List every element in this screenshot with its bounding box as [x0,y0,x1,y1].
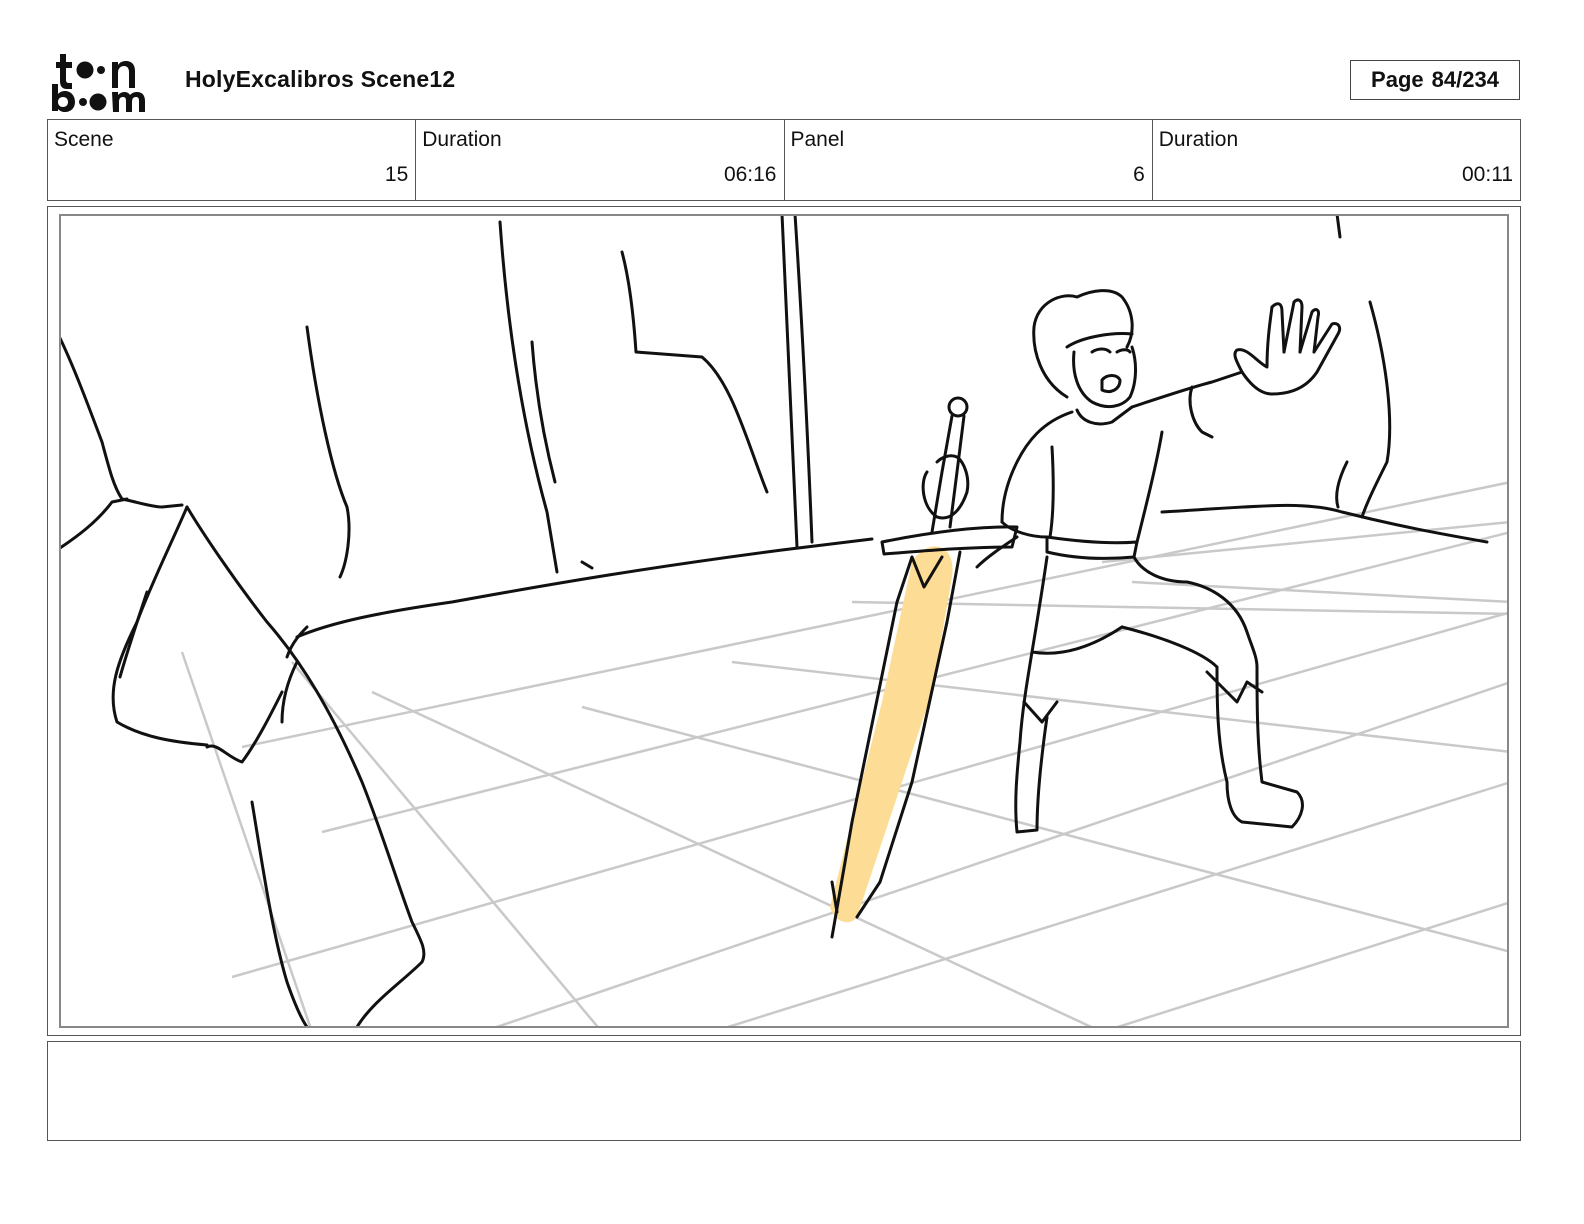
panel-cell: Panel 6 [785,120,1153,200]
panel-duration-cell: Duration 00:11 [1153,120,1520,200]
panel-duration-value: 00:11 [1462,163,1513,186]
scene-duration-label: Duration [422,128,502,151]
page-indicator: Page 84/234 [1350,60,1520,100]
scene-duration-value: 06:16 [723,163,777,186]
project-title: HolyExcalibros Scene12 [185,66,456,92]
scene-label: Scene [54,128,114,151]
scene-value: 15 [384,163,409,186]
scene-duration-cell: Duration 06:16 [416,120,785,200]
toonboom-logo [52,54,145,112]
panel-notes-box [47,1041,1521,1141]
storyboard-panel [59,214,1509,1028]
panel-sketch [61,216,1507,1026]
page-label: Page [1371,67,1424,92]
info-table: Scene 15 Duration 06:16 Panel 6 Duration… [47,119,1521,201]
panel-duration-label: Duration [1158,128,1239,151]
panel-label: Panel [790,128,845,151]
page-value: 84/234 [1431,67,1499,92]
line-art [61,216,1489,1026]
scene-cell: Scene 15 [48,120,417,200]
panel-value: 6 [1133,163,1145,186]
floor-grid [180,481,1507,1026]
